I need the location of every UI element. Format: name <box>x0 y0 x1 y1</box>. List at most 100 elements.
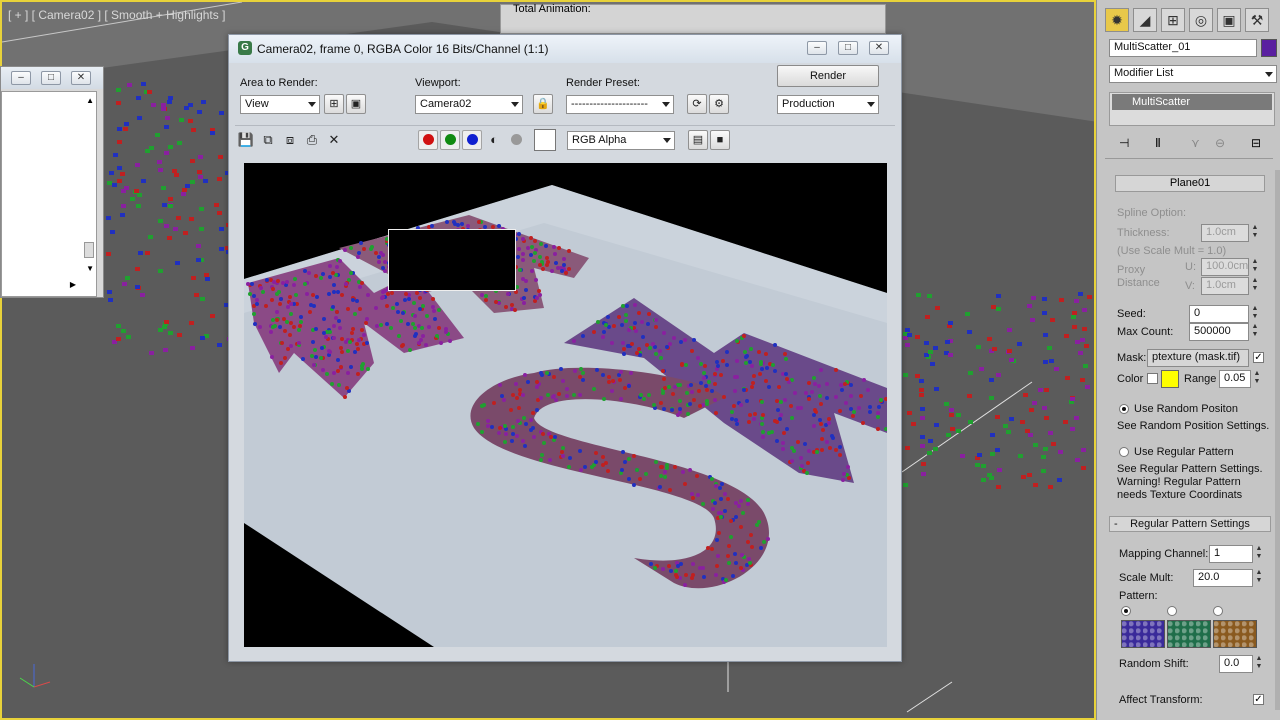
close-button[interactable]: ✕ <box>71 71 91 85</box>
scale-mult-field[interactable]: 20.0 <box>1193 569 1253 587</box>
scroll-right-icon[interactable]: ▶ <box>70 280 76 289</box>
distance-v-spinner[interactable]: ▲ ▼ <box>1251 277 1259 293</box>
range-spinner[interactable]: ▲ ▼ <box>1253 370 1261 386</box>
seed-field[interactable]: 0 <box>1189 305 1249 323</box>
modify-tab-icon[interactable]: ◢ <box>1133 8 1157 32</box>
color-checkbox[interactable] <box>1147 373 1158 384</box>
scroll-down-icon[interactable]: ▼ <box>86 264 94 273</box>
remove-modifier-icon[interactable]: ⊖ <box>1215 136 1225 150</box>
pattern-swatch-3[interactable] <box>1213 620 1257 648</box>
modifier-stack[interactable]: MultiScatter <box>1109 92 1275 126</box>
monochrome-icon[interactable] <box>511 134 522 145</box>
show-end-result-icon[interactable]: Ⅱ <box>1155 136 1161 150</box>
alpha-channel-icon[interactable]: ◐ <box>485 131 503 149</box>
mapping-channel-field[interactable]: 1 <box>1209 545 1253 563</box>
viewport-label[interactable]: [ + ] [ Camera02 ] [ Smooth + Highlights… <box>8 8 225 22</box>
maximize-button[interactable]: □ <box>838 41 858 55</box>
command-panel[interactable]: ✹ ◢ ⊞ ◎ ▣ ⚒ MultiScatter_01 Modifier Lis… <box>1096 0 1280 720</box>
object-color-swatch[interactable] <box>1261 39 1277 57</box>
panel-scrollbar[interactable] <box>1275 170 1280 710</box>
rendered-frame-window[interactable]: G Camera02, frame 0, RGBA Color 16 Bits/… <box>228 34 902 662</box>
pattern-swatch-1[interactable] <box>1121 620 1165 648</box>
thickness-field[interactable]: 1.0cm <box>1201 224 1249 242</box>
scene-explorer-window[interactable]: – □ ✕ ▲ ▼ ▶ <box>0 66 104 298</box>
use-regular-pattern-radio[interactable] <box>1119 447 1129 457</box>
render-particle <box>521 295 526 300</box>
print-icon[interactable]: ⎙ <box>303 131 321 149</box>
render-particle <box>412 301 417 306</box>
render-particle <box>518 388 523 393</box>
max-count-spinner[interactable]: ▲ ▼ <box>1251 323 1259 339</box>
toggle-ui-icon[interactable]: ■ <box>710 130 730 150</box>
mask-texture-button[interactable]: ptexture (mask.tif) <box>1147 349 1249 367</box>
max-count-field[interactable]: 500000 <box>1189 323 1249 341</box>
thickness-spinner[interactable]: ▲ ▼ <box>1251 224 1259 240</box>
mask-color-swatch[interactable] <box>1161 370 1179 388</box>
render-particle <box>718 496 723 501</box>
render-preset-dropdown[interactable]: --------------------- <box>566 95 674 114</box>
rendered-frame-titlebar[interactable]: G Camera02, frame 0, RGBA Color 16 Bits/… <box>229 35 901 63</box>
pattern-swatch-2[interactable] <box>1167 620 1211 648</box>
distance-u-field[interactable]: 100.0cm <box>1201 258 1249 276</box>
pattern-radio-1[interactable] <box>1121 606 1131 616</box>
mapping-channel-spinner[interactable]: ▲ ▼ <box>1255 545 1263 561</box>
plane01-button[interactable]: Plane01 <box>1115 175 1265 192</box>
render-particle <box>618 397 623 402</box>
render-region-rectangle[interactable] <box>388 229 516 291</box>
channel-display-dropdown[interactable]: RGB Alpha <box>567 131 675 150</box>
maximize-button[interactable]: □ <box>41 71 61 85</box>
mask-enable-checkbox[interactable]: ✓ <box>1253 352 1264 363</box>
render-particle <box>289 312 294 317</box>
configure-modifier-sets-icon[interactable]: ⊟ <box>1251 136 1261 150</box>
random-shift-spinner[interactable]: ▲ ▼ <box>1255 655 1263 671</box>
scroll-up-icon[interactable]: ▲ <box>86 96 94 105</box>
minimize-button[interactable]: – <box>807 41 827 55</box>
create-tab-sun-icon[interactable]: ✹ <box>1105 8 1129 32</box>
motion-tab-icon[interactable]: ◎ <box>1189 8 1213 32</box>
render-button[interactable]: Render <box>777 65 879 87</box>
edit-region-icon[interactable]: ⊞ <box>324 94 344 114</box>
object-name-field[interactable]: MultiScatter_01 <box>1109 39 1257 57</box>
render-particle <box>806 397 811 402</box>
use-random-position-radio[interactable] <box>1119 404 1129 414</box>
render-particle <box>516 405 521 410</box>
scene-list[interactable]: ▲ ▼ ▶ <box>1 91 97 297</box>
distance-v-field[interactable]: 1.0cm <box>1201 277 1249 295</box>
copy-icon[interactable]: ⧉ <box>259 131 277 149</box>
affect-transform-checkbox[interactable]: ✓ <box>1253 694 1264 705</box>
modifier-list-dropdown[interactable]: Modifier List <box>1109 65 1277 83</box>
rendered-image[interactable] <box>244 163 887 647</box>
distance-u-spinner[interactable]: ▲ ▼ <box>1251 258 1259 274</box>
swatch-white[interactable] <box>534 129 556 151</box>
display-tab-icon[interactable]: ▣ <box>1217 8 1241 32</box>
range-field[interactable]: 0.05 <box>1219 370 1251 388</box>
render-particle <box>355 346 360 351</box>
render-setup-icon[interactable]: ⟳ <box>687 94 707 114</box>
clone-icon[interactable]: ⧈ <box>281 131 299 149</box>
minimize-button[interactable]: – <box>11 71 31 85</box>
utilities-tab-icon[interactable]: ⚒ <box>1245 8 1269 32</box>
hierarchy-tab-icon[interactable]: ⊞ <box>1161 8 1185 32</box>
close-button[interactable]: ✕ <box>869 41 889 55</box>
regular-pattern-rollout-header[interactable]: - Regular Pattern Settings <box>1109 516 1271 532</box>
lock-icon[interactable]: 🔒 <box>533 94 553 114</box>
pin-stack-icon[interactable]: ⊣ <box>1119 136 1129 150</box>
production-dropdown[interactable]: Production <box>777 95 879 114</box>
auto-region-icon[interactable]: ▣ <box>346 94 366 114</box>
scrollbar-thumb[interactable] <box>84 242 94 258</box>
toggle-ui-overlay-icon[interactable]: ▤ <box>688 130 708 150</box>
scene-explorer-titlebar[interactable]: – □ ✕ <box>1 67 103 89</box>
save-icon[interactable]: 💾 <box>237 131 255 149</box>
make-unique-icon[interactable]: ⋎ <box>1191 136 1200 150</box>
pattern-radio-3[interactable] <box>1213 606 1223 616</box>
environment-icon[interactable]: ⚙ <box>709 94 729 114</box>
random-shift-field[interactable]: 0.0 <box>1219 655 1253 673</box>
scale-mult-spinner[interactable]: ▲ ▼ <box>1255 569 1263 585</box>
viewport-dropdown[interactable]: Camera02 <box>415 95 523 114</box>
render-particle <box>504 305 509 310</box>
area-to-render-dropdown[interactable]: View <box>240 95 320 114</box>
seed-spinner[interactable]: ▲ ▼ <box>1251 305 1259 321</box>
modifier-stack-item-multiscatter[interactable]: MultiScatter <box>1112 94 1272 110</box>
pattern-radio-2[interactable] <box>1167 606 1177 616</box>
clear-icon[interactable]: ✕ <box>325 131 343 149</box>
